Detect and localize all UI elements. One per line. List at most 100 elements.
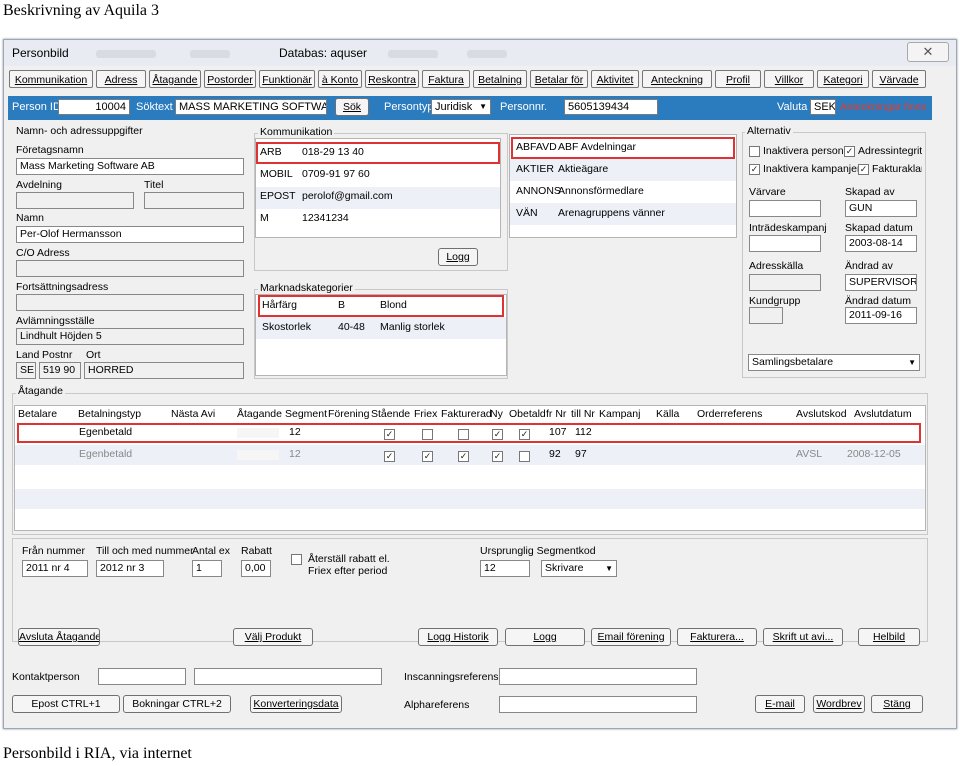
tab-faktura[interactable]: Faktura bbox=[422, 70, 470, 88]
fakturerad-checkbox[interactable] bbox=[458, 429, 469, 440]
skapad-av-field[interactable]: GUN bbox=[845, 200, 917, 217]
bokningar-button[interactable]: Bokningar CTRL+2 bbox=[123, 695, 231, 713]
alphareferens-field[interactable] bbox=[499, 696, 697, 713]
sok-button[interactable]: Sök bbox=[335, 98, 369, 116]
friex-checkbox[interactable]: ✓ bbox=[422, 451, 433, 462]
kommunikation-logg-button[interactable]: Logg bbox=[438, 248, 478, 266]
till-nummer-field[interactable]: 2012 nr 3 bbox=[96, 560, 164, 577]
varvare-field[interactable] bbox=[749, 200, 821, 217]
fakturaklar-checkbox[interactable]: ✓ bbox=[858, 164, 869, 175]
konverteringsdata-button[interactable]: Konverteringsdata bbox=[250, 695, 342, 713]
tab-aktivitet[interactable]: Aktivitet bbox=[591, 70, 639, 88]
postnr-field[interactable]: 519 90 bbox=[39, 362, 81, 379]
fakturera-button[interactable]: Fakturera... bbox=[677, 628, 757, 646]
window-title: Personbild bbox=[12, 46, 69, 60]
grid-header: Orderreferens bbox=[697, 408, 763, 420]
till-nr-cell: 97 bbox=[575, 448, 587, 460]
ny-checkbox[interactable]: ✓ bbox=[492, 429, 503, 440]
komm-type: MOBIL bbox=[260, 168, 293, 180]
betalningstyp-cell[interactable]: Egenbetald bbox=[79, 448, 132, 460]
kundgrupp-field[interactable] bbox=[749, 307, 783, 324]
skrivare-select[interactable]: Skrivare ▼ bbox=[541, 560, 617, 577]
ort-field[interactable]: HORRED bbox=[84, 362, 244, 379]
tab-villkor[interactable]: Villkor bbox=[764, 70, 814, 88]
email-button[interactable]: E-mail bbox=[755, 695, 805, 713]
epost-button[interactable]: Epost CTRL+1 bbox=[12, 695, 120, 713]
fortsattning-field[interactable] bbox=[16, 294, 244, 311]
logg-button[interactable]: Logg bbox=[505, 628, 585, 646]
obetald-checkbox[interactable] bbox=[519, 451, 530, 462]
adresskalla-field[interactable] bbox=[749, 274, 821, 291]
samlingsbetalare-select[interactable]: Samlingsbetalare ▼ bbox=[748, 354, 920, 371]
komm-value[interactable]: 12341234 bbox=[302, 212, 349, 224]
person-id-field[interactable]: 10004 bbox=[58, 99, 130, 115]
betalningstyp-cell[interactable]: Egenbetald bbox=[79, 426, 132, 438]
komm-type: EPOST bbox=[260, 190, 296, 202]
close-button[interactable]: ✕ bbox=[907, 42, 949, 62]
ursprunglig-field[interactable]: 12 bbox=[480, 560, 530, 577]
tab-funktionar[interactable]: Funktionär bbox=[259, 70, 315, 88]
tab-varvade[interactable]: Värvade bbox=[872, 70, 926, 88]
antal-ex-field[interactable]: 1 bbox=[192, 560, 222, 577]
kontaktperson-field-2[interactable] bbox=[194, 668, 382, 685]
inaktivera-kampanjer-checkbox[interactable]: ✓ bbox=[749, 164, 760, 175]
personnr-field[interactable]: 5605139434 bbox=[564, 99, 658, 115]
tab-atagande[interactable]: Åtagande bbox=[149, 70, 201, 88]
andrad-datum-field[interactable]: 2011-09-16 bbox=[845, 307, 917, 324]
andrad-av-field[interactable]: SUPERVISOR bbox=[845, 274, 917, 291]
staende-checkbox[interactable]: ✓ bbox=[384, 451, 395, 462]
grid-header: Avslutskod bbox=[796, 408, 847, 420]
stang-button[interactable]: Stäng bbox=[871, 695, 923, 713]
logg-historik-button[interactable]: Logg Historik bbox=[418, 628, 498, 646]
avslutdatum-cell: 2008-12-05 bbox=[847, 448, 901, 460]
tab-profil[interactable]: Profil bbox=[715, 70, 761, 88]
tab-adress[interactable]: Adress bbox=[96, 70, 146, 88]
kommunikation-group-title: Kommunikation bbox=[258, 126, 335, 138]
land-field[interactable]: SE bbox=[16, 362, 36, 379]
tab-anteckning[interactable]: Anteckning bbox=[642, 70, 712, 88]
tab-kategori[interactable]: Kategori bbox=[817, 70, 869, 88]
persontyp-select[interactable]: Juridisk ▼ bbox=[431, 99, 491, 115]
tab-a-konto[interactable]: à Konto bbox=[318, 70, 362, 88]
skapad-datum-field[interactable]: 2003-08-14 bbox=[845, 235, 917, 252]
till-nr-cell: 112 bbox=[575, 426, 592, 438]
ny-checkbox[interactable]: ✓ bbox=[492, 451, 503, 462]
inscanningsreferens-field[interactable] bbox=[499, 668, 697, 685]
valuta-field[interactable]: SEK bbox=[810, 99, 836, 115]
obetald-checkbox[interactable]: ✓ bbox=[519, 429, 530, 440]
grid-header: Friex bbox=[414, 408, 438, 420]
tab-betalning[interactable]: Betalning bbox=[473, 70, 527, 88]
fakturerad-checkbox[interactable]: ✓ bbox=[458, 451, 469, 462]
tab-kommunikation[interactable]: Kommunikation bbox=[9, 70, 93, 88]
titel-field[interactable] bbox=[144, 192, 244, 209]
aterstall-rabatt-checkbox[interactable] bbox=[291, 554, 302, 565]
namn-field[interactable]: Per-Olof Hermansson bbox=[16, 226, 244, 243]
komm-value[interactable]: 0709-91 97 60 bbox=[302, 168, 370, 180]
avlamning-field[interactable]: Lindhult Höjden 5 bbox=[16, 328, 244, 345]
komm-value[interactable]: perolof@gmail.com bbox=[302, 190, 393, 202]
inaktivera-person-checkbox[interactable] bbox=[749, 146, 760, 157]
helbild-button[interactable]: Helbild bbox=[858, 628, 920, 646]
fran-nummer-field[interactable]: 2011 nr 4 bbox=[22, 560, 88, 577]
skrift-ut-avi-button[interactable]: Skrift ut avi... bbox=[763, 628, 843, 646]
friex-checkbox[interactable] bbox=[422, 429, 433, 440]
rabatt-field[interactable]: 0,00 bbox=[241, 560, 271, 577]
tab-reskontra[interactable]: Reskontra bbox=[365, 70, 419, 88]
adressintegritet-checkbox[interactable]: ✓ bbox=[844, 146, 855, 157]
email-forening-button[interactable]: Email förening bbox=[591, 628, 671, 646]
tab-postorder[interactable]: Postorder bbox=[204, 70, 256, 88]
avdelning-field[interactable] bbox=[16, 192, 134, 209]
avsluta-atagande-button[interactable]: Avsluta Åtagande bbox=[18, 628, 100, 646]
co-adress-field[interactable] bbox=[16, 260, 244, 277]
wordbrev-button[interactable]: Wordbrev bbox=[813, 695, 865, 713]
soktext-field[interactable]: MASS MARKETING SOFTWARE bbox=[175, 99, 327, 115]
staende-checkbox[interactable]: ✓ bbox=[384, 429, 395, 440]
kontaktperson-field-1[interactable] bbox=[98, 668, 186, 685]
tab-betalar-for[interactable]: Betalar för bbox=[530, 70, 588, 88]
kategori-code: ABFAVD bbox=[516, 141, 557, 153]
fr-nr-cell: 107 bbox=[549, 426, 567, 438]
foretagsnamn-field[interactable]: Mass Marketing Software AB bbox=[16, 158, 244, 175]
intradeskampanj-field[interactable] bbox=[749, 235, 821, 252]
valj-produkt-button[interactable]: Välj Produkt bbox=[233, 628, 313, 646]
komm-value[interactable]: 018-29 13 40 bbox=[302, 146, 364, 158]
